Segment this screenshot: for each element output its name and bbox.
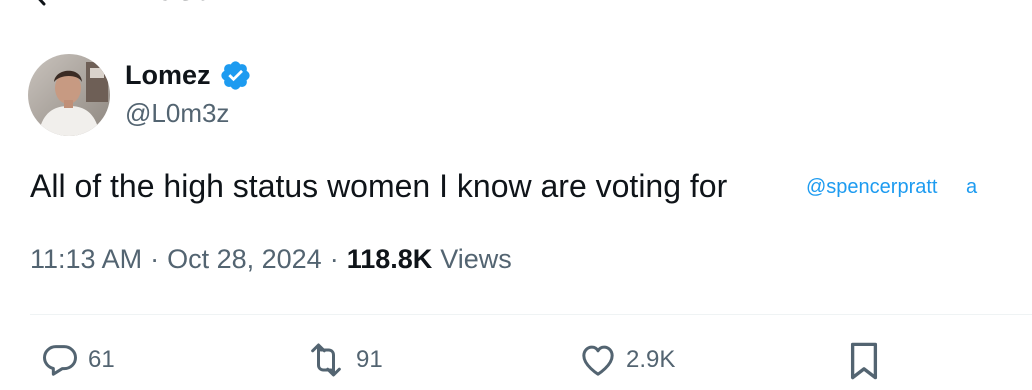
repost-button[interactable]: 91: [304, 340, 383, 380]
page-title: Post: [132, 0, 208, 9]
views-label[interactable]: Views: [440, 244, 512, 275]
repost-icon: [311, 343, 341, 377]
mention-link[interactable]: @spencerpratt: [806, 176, 937, 199]
reply-count: 61: [88, 346, 115, 373]
bookmark-button[interactable]: [846, 340, 882, 382]
heart-icon: [582, 345, 614, 376]
divider: [30, 314, 1032, 315]
like-button[interactable]: 2.9K: [578, 340, 675, 380]
tweet-meta: 11:13 AM · Oct 28, 2024 · 118.8K Views: [30, 244, 512, 275]
author-name-row[interactable]: Lomez: [125, 58, 252, 92]
back-arrow-icon[interactable]: [30, 0, 64, 6]
reply-icon: [43, 345, 77, 376]
meta-separator: ·: [329, 244, 339, 274]
verified-badge-icon: [220, 60, 250, 90]
meta-separator: ·: [150, 244, 160, 274]
reply-button[interactable]: 61: [40, 340, 115, 380]
views-count[interactable]: 118.8K: [347, 244, 433, 275]
like-count: 2.9K: [626, 346, 676, 373]
tweet-time[interactable]: 11:13 AM: [30, 244, 142, 275]
tweet-text: All of the high status women I know are …: [30, 168, 728, 204]
author-handle[interactable]: @L0m3z: [125, 98, 229, 129]
bookmark-icon: [850, 342, 878, 380]
author-name[interactable]: Lomez: [125, 60, 211, 91]
mention-overflow: a: [966, 176, 978, 198]
repost-count: 91: [356, 346, 383, 373]
tweet-date[interactable]: Oct 28, 2024: [167, 244, 322, 275]
avatar[interactable]: [28, 54, 110, 136]
